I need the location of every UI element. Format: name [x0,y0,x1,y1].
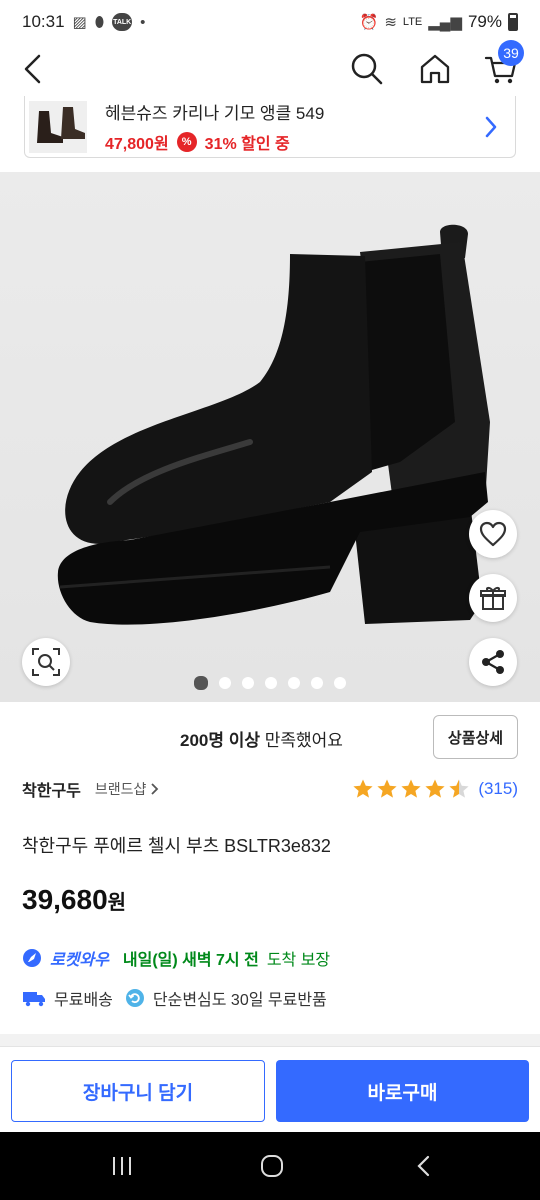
gallery-dot[interactable] [194,676,208,690]
gallery-dot[interactable] [219,677,231,689]
rocket-icon [23,949,41,967]
network-type: LTE [402,16,423,28]
status-time: 10:31 [22,12,65,31]
rocket-wow-label: 로켓와우 [50,952,109,969]
back-button[interactable] [8,44,58,94]
related-product-discount: 31% 할인 중 [204,136,290,153]
free-return-text: 단순변심도 30일 무료반품 [152,992,327,1009]
buy-now-button[interactable]: 바로구매 [276,1060,529,1122]
screenshot-icon: ▨ [72,14,87,31]
wifi-icon: ≋ [384,14,397,31]
system-home-icon [261,1155,283,1177]
add-to-cart-button[interactable]: 장바구니 담기 [11,1060,265,1122]
recent-apps-icon [113,1157,131,1175]
rating-stars[interactable]: (315) [352,778,518,800]
heart-icon [479,521,507,547]
price-value: 39,680 [22,884,108,915]
home-button[interactable] [410,44,460,94]
dot-icon: • [140,13,146,31]
star-group [352,778,470,800]
brand-shop-link[interactable]: 브랜드샵 [95,779,160,799]
satisfaction-text: 200명 이상 만족했어요 [180,726,343,751]
star-full-icon [425,779,445,798]
product-price: 39,680원 [22,884,126,916]
product-image [57,224,490,625]
status-bar: 10:31 ▨ ⬮ TALK • ⏰ ≋ LTE ▂▄▆ 79% [0,0,540,44]
gallery-dot[interactable] [288,677,300,689]
search-button[interactable] [342,44,392,94]
system-back-button[interactable] [394,1150,454,1182]
gallery-dot[interactable] [334,677,346,689]
rocket-delivery-row: 로켓와우 내일(일) 새벽 7시 전 도착 보장 [22,946,330,970]
gallery-pagination [194,676,346,690]
brand-shop-label: 브랜드샵 [94,781,147,797]
product-title: 착한구두 푸에르 첼시 부츠 BSLTR3e832 [22,836,331,856]
satisfaction-count: 200명 이상 [180,731,261,750]
truck-icon [23,992,45,1007]
search-icon [351,53,383,85]
satisfaction-label: 만족했어요 [260,731,343,750]
review-count[interactable]: (315) [478,779,518,799]
related-product-banner[interactable]: 헤븐슈즈 카리나 기모 앵클 549 47,800원 % 31% 할인 중 [24,96,516,158]
signal-icon: ▂▄▆ [428,14,462,31]
back-arrow-icon [24,54,41,84]
chevron-right-icon [479,112,503,142]
related-product-price: 47,800원 [105,136,169,153]
section-divider [0,1034,540,1046]
return-icon [125,989,144,1007]
battery-percent: 79% [467,12,502,31]
free-shipping-text: 무료배송 [54,992,113,1009]
cart-button[interactable]: 39 [476,40,526,94]
share-icon [482,650,504,674]
gift-button[interactable] [469,574,517,622]
system-home-button[interactable] [242,1150,302,1182]
product-image-gallery[interactable] [0,172,540,702]
battery-icon [508,13,518,31]
wishlist-button[interactable] [469,510,517,558]
image-zoom-button[interactable] [22,638,70,686]
brand-name[interactable]: 착한구두 [22,777,81,801]
home-icon [420,54,450,84]
arrival-time: 내일(일) 새벽 7시 전 [122,952,259,969]
gallery-dot[interactable] [311,677,323,689]
related-product-title: 헤븐슈즈 카리나 기모 앵클 549 [105,104,325,123]
recent-apps-button[interactable] [92,1150,152,1182]
cart-count-badge: 39 [498,40,524,66]
star-full-icon [353,779,373,798]
system-back-icon [417,1155,430,1177]
pill-icon: ⬮ [94,13,105,31]
product-detail-button[interactable]: 상품상세 [433,715,518,759]
brand-row: 착한구두 브랜드샵 (315) [22,776,518,802]
gallery-dot[interactable] [265,677,277,689]
arrival-guarantee: 도착 보장 [266,952,331,969]
alarm-icon: ⏰ [359,14,379,31]
gift-icon [480,587,506,610]
shipping-row: 무료배송 단순변심도 30일 무료반품 [22,986,327,1010]
star-half-icon [449,779,469,798]
kakaotalk-icon: TALK [112,13,133,31]
chevron-right-icon [151,783,159,795]
purchase-action-bar: 장바구니 담기 바로구매 [0,1046,540,1132]
star-full-icon [401,779,421,798]
share-button[interactable] [469,638,517,686]
system-navigation-bar [0,1132,540,1200]
discount-percent-icon: % [176,132,197,152]
zoom-search-icon [32,648,60,676]
top-header: 39 [0,40,540,94]
price-currency: 원 [107,892,127,914]
star-full-icon [377,779,397,798]
gallery-dot[interactable] [242,677,254,689]
related-product-thumbnail [29,100,87,153]
satisfaction-row: 200명 이상 만족했어요 상품상세 [0,706,540,770]
